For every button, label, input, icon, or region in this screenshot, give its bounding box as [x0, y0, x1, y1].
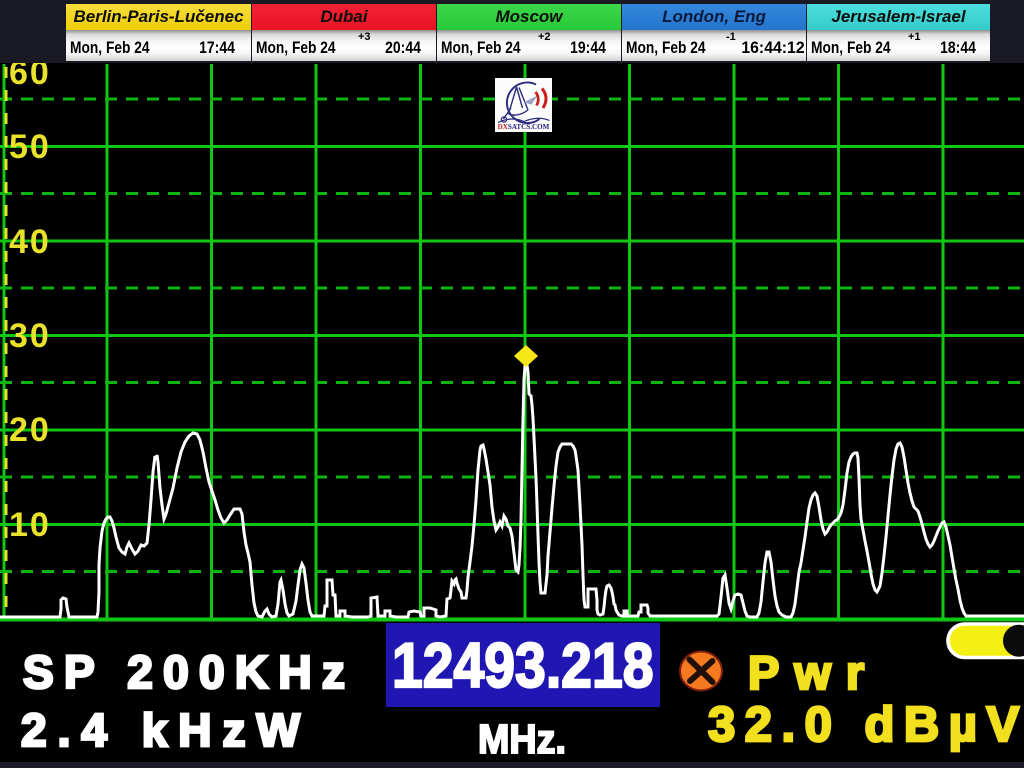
svg-text:DXSATCS.COM: DXSATCS.COM [498, 123, 550, 131]
svg-text:20: 20 [9, 411, 51, 449]
svg-text:30: 30 [9, 317, 51, 355]
svg-text:50: 50 [9, 128, 51, 166]
svg-text:10: 10 [9, 506, 51, 544]
svg-text:40: 40 [9, 223, 51, 261]
